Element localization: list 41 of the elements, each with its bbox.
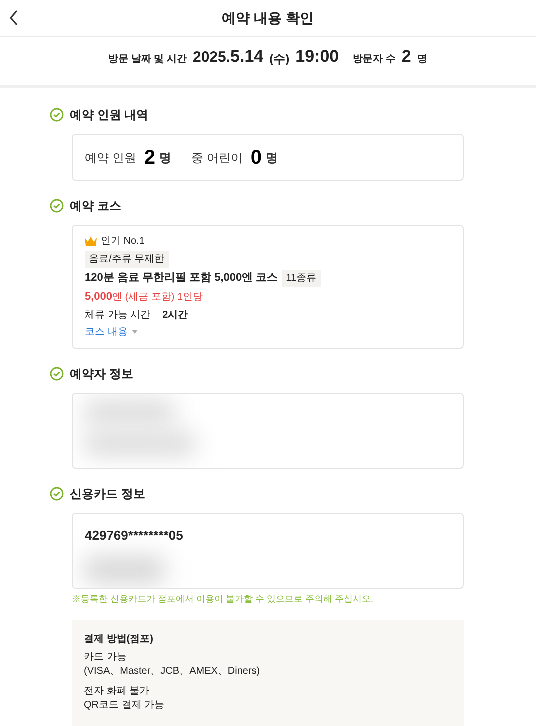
course-tag: 음료/주류 무제한 <box>85 251 169 268</box>
visitors-label: 방문자 수 <box>353 53 396 67</box>
card-warning-note: ※등록한 신용카드가 점포에서 이용이 불가할 수 있으므로 주의해 주십시오. <box>72 592 375 606</box>
section-title: 예약자 정보 <box>70 366 134 382</box>
visit-date: 5.14 <box>230 46 264 68</box>
course-price: 5,000엔 (세금 포함) 1인당 <box>85 290 204 305</box>
stay-label: 체류 가능 시간 <box>85 308 151 322</box>
child-count: 0 <box>250 146 262 170</box>
party-label: 예약 인원 <box>85 150 136 166</box>
card-number: 429769********05 <box>85 526 184 544</box>
rank-label: 인기 No.1 <box>101 235 145 249</box>
caret-icon <box>132 330 138 334</box>
payment-line: QR코드 결제 가능 <box>84 699 166 713</box>
course-name: 120분 음료 무한리필 포함 5,000엔 코스 <box>85 271 278 286</box>
visit-time: 19:00 <box>296 46 340 68</box>
page-title: 예약 내용 확인 <box>222 8 314 28</box>
payment-line: 카드 가능 <box>84 651 128 665</box>
payment-line: 전자 화폐 불가 <box>84 685 151 699</box>
party-unit: 명 <box>159 150 172 166</box>
payment-line: (VISA、Master、JCB、AMEX、Diners) <box>84 665 262 679</box>
check-circle-icon <box>50 366 64 380</box>
section-title: 예약 인원 내역 <box>70 107 149 124</box>
visitors-unit: 명 <box>417 53 428 67</box>
visit-weekday: (수) <box>270 51 290 68</box>
check-circle-icon <box>50 199 64 213</box>
visitors-count: 2 <box>402 46 412 68</box>
party-count: 2 <box>144 146 156 170</box>
section-title: 예약 코스 <box>70 198 122 215</box>
visit-year: 2025. <box>192 48 231 68</box>
payment-title: 결제 방법(점포) <box>84 633 154 647</box>
course-details-link[interactable]: 코스 내용 <box>85 324 138 340</box>
check-circle-icon <box>50 108 64 122</box>
stay-value: 2시간 <box>162 308 188 322</box>
visit-date-label: 방문 날짜 및 시간 <box>108 53 187 67</box>
child-label: 중 어린이 <box>191 150 243 166</box>
check-circle-icon <box>50 486 64 500</box>
back-icon[interactable] <box>9 10 19 26</box>
crown-icon <box>85 237 97 246</box>
section-title: 신용카드 정보 <box>70 486 146 502</box>
variety-tag: 11종류 <box>282 270 321 287</box>
child-unit: 명 <box>266 150 278 166</box>
